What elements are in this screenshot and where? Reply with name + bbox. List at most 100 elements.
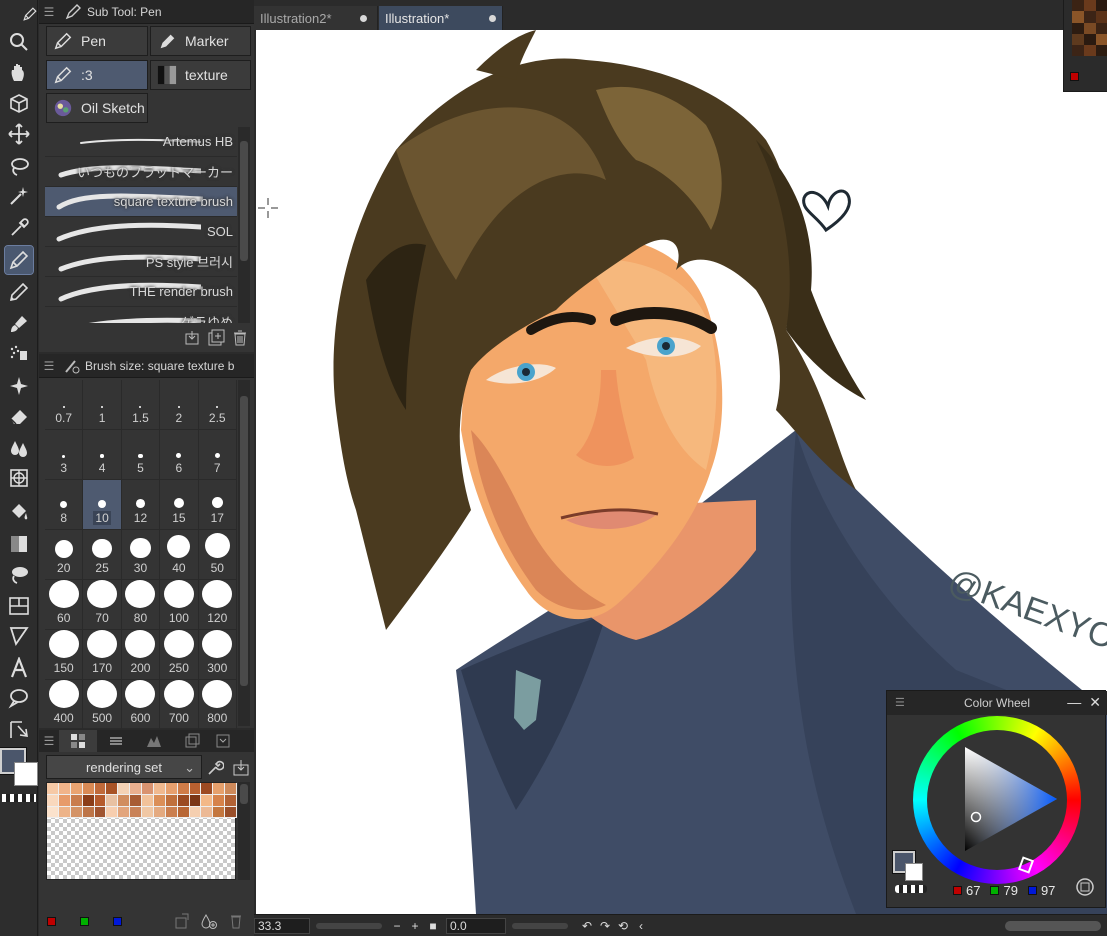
panel-menu-icon[interactable]: ☰ [39,5,59,19]
document-tab-active[interactable]: Illustration* [379,6,503,30]
sub-color-swatch[interactable] [905,863,923,881]
color-swatch[interactable] [70,783,83,795]
color-swatch[interactable] [47,794,59,807]
move-icon[interactable] [5,120,33,148]
color-swatch[interactable] [58,806,71,819]
palette-scrollbar[interactable] [238,782,250,880]
color-swatch[interactable] [225,806,237,819]
transparent-color-swatch[interactable] [2,794,36,802]
color-swatch[interactable] [58,783,71,795]
delete-color-icon[interactable] [228,913,244,929]
rotation-slider[interactable] [512,922,568,929]
brush-size-cell[interactable]: 1.5 [121,380,161,430]
brush-size-cell[interactable]: 30 [121,530,161,580]
subtool-category-oil-sketch[interactable]: Oil Sketch [46,93,148,123]
brush-size-cell[interactable]: 1 [83,380,122,430]
color-swatch[interactable] [70,794,83,807]
color-swatch[interactable] [153,794,166,807]
color-swatch[interactable] [213,783,226,795]
brush-item[interactable]: SOL [45,217,237,247]
color-swatch[interactable] [201,794,214,807]
color-swatch[interactable] [106,783,119,795]
subtool-category-texture[interactable]: texture [150,60,251,90]
brush-item[interactable]: いつものフラットマーカー [45,157,237,187]
color-swatch[interactable] [177,806,190,819]
brush-size-cell[interactable]: 17 [198,480,237,530]
color-swatch[interactable] [189,783,202,795]
color-swatch[interactable] [58,794,71,807]
replace-color-icon[interactable] [174,913,190,929]
brush-item[interactable]: THE render brush [45,277,237,307]
brush-size-cell[interactable]: 20 [45,530,84,580]
brush-size-cell[interactable]: 7 [198,430,237,480]
brush-size-cell[interactable]: 5 [121,430,161,480]
subtool-category-pen[interactable]: Pen [46,26,148,56]
brush-size-cell[interactable]: 70 [83,580,122,630]
eyedropper-icon[interactable] [5,214,33,242]
brush-size-cell[interactable]: 3 [45,430,84,480]
brush-size-cell[interactable]: 25 [83,530,122,580]
close-tab-icon[interactable] [359,14,367,22]
color-swatch[interactable] [94,806,107,819]
color-swatch[interactable] [82,806,95,819]
subtool-category-marker[interactable]: Marker [150,26,251,56]
brush-item[interactable]: Artemus HB [45,127,237,157]
color-swatch[interactable] [165,806,178,819]
color-swatch[interactable] [118,806,131,819]
text-icon[interactable] [5,654,33,682]
magic-wand-icon[interactable] [5,182,33,210]
rotate-left-icon[interactable]: ↶ [578,919,596,933]
color-space-toggle-icon[interactable] [1075,877,1095,897]
brush-size-cell[interactable]: 700 [160,680,199,730]
frame-icon[interactable] [5,592,33,620]
import-color-icon[interactable] [232,759,250,777]
color-swatch[interactable] [106,794,119,807]
brush-size-cell[interactable]: 0.7 [45,380,84,430]
panel-menu-icon[interactable]: ☰ [39,734,59,748]
color-swatch[interactable] [130,783,142,795]
brush-size-cell[interactable]: 50 [198,530,237,580]
color-swatch[interactable] [82,783,95,795]
brush-item[interactable]: ゲラゆめ [45,307,237,323]
zoom-out-icon[interactable]: − [388,919,406,933]
transparent-color-swatch[interactable] [895,885,927,893]
color-swatch[interactable] [47,783,59,795]
color-swatch[interactable] [94,794,107,807]
brush-size-cell[interactable]: 300 [198,630,237,680]
brush-size-cell[interactable]: 15 [160,480,199,530]
add-color-icon[interactable] [200,913,218,929]
horizontal-scrollbar[interactable] [1005,920,1101,931]
brush-size-cell[interactable]: 12 [121,480,161,530]
figure-icon[interactable] [5,464,33,492]
brush-size-cell[interactable]: 400 [45,680,84,730]
gradient-icon[interactable] [5,530,33,558]
color-swatch[interactable] [94,783,107,795]
layer-tab-icon[interactable] [97,730,135,752]
color-swatch[interactable] [118,794,131,807]
eraser-icon[interactable] [5,402,33,430]
lasso-fill-icon[interactable] [5,560,33,588]
wrench-icon[interactable] [206,759,224,777]
color-set-dropdown[interactable]: rendering set ⌄ [46,755,202,779]
close-tab-icon[interactable] [489,14,496,22]
color-swatch[interactable] [118,783,131,795]
color-swatch[interactable] [177,783,190,795]
hand-icon[interactable] [5,58,33,86]
magnifier-icon[interactable] [5,28,33,56]
blend-icon[interactable] [5,434,33,462]
color-swatch[interactable] [142,783,154,795]
color-swatch[interactable] [165,794,178,807]
color-set-tab-icon[interactable] [59,730,97,752]
pen-icon[interactable] [22,0,38,28]
brush-size-cell[interactable]: 800 [198,680,237,730]
correct-line-icon[interactable] [5,716,33,744]
delete-subtool-icon[interactable] [231,329,249,347]
sub-color-swatch[interactable] [14,762,38,786]
subtool-category-colon-3[interactable]: :3 [46,60,148,90]
rotation-input[interactable]: 0.0 [446,917,506,934]
navigator-thumbnail[interactable] [1072,0,1107,68]
color-swatch[interactable] [225,794,237,807]
zoom-in-icon[interactable]: + [406,919,424,933]
color-swatch[interactable] [142,794,154,807]
rotate-right-icon[interactable]: ↷ [596,919,614,933]
